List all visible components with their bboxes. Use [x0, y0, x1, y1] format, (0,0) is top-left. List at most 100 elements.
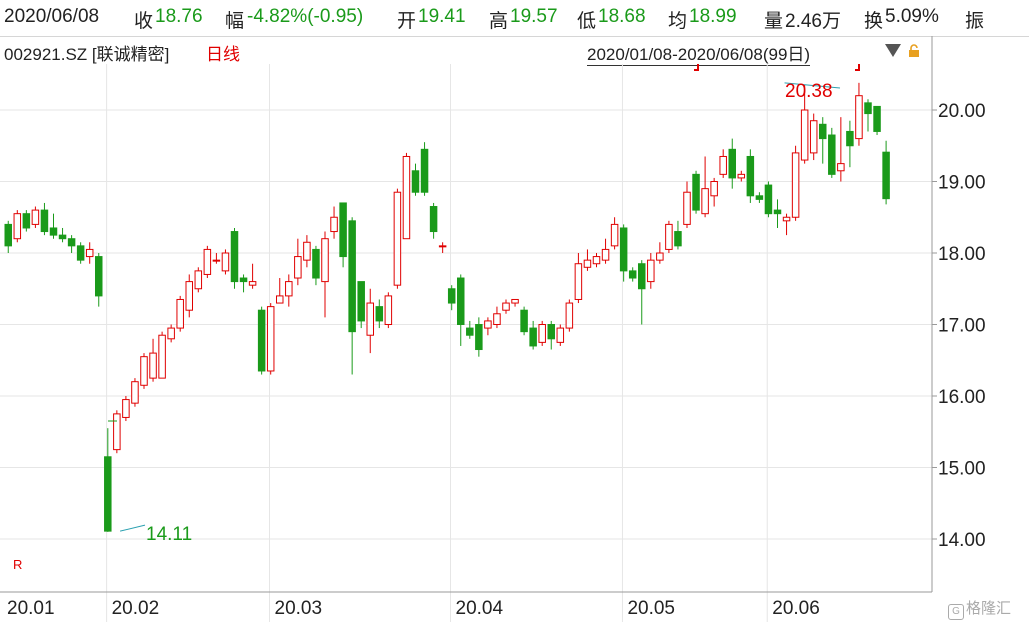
candle-body	[339, 202, 347, 258]
candle-body	[656, 252, 664, 261]
candle	[493, 306, 501, 329]
candle-body	[665, 223, 673, 250]
date-range[interactable]: 2020/01/08-2020/06/08(99日)	[587, 40, 811, 66]
candle	[31, 206, 40, 228]
candle	[719, 149, 727, 178]
candle	[58, 227, 67, 243]
candle	[22, 210, 31, 232]
event-marker-icon	[855, 64, 860, 71]
candle-body	[22, 213, 31, 229]
candle-body	[520, 309, 528, 333]
candle	[864, 99, 872, 132]
candle-body	[158, 334, 166, 379]
chart-axes	[0, 36, 933, 593]
candle-body	[683, 191, 691, 225]
candle	[303, 235, 311, 268]
grid-lines	[0, 64, 932, 622]
candle-body	[429, 206, 438, 233]
x-tick-label: 20.01	[7, 598, 55, 619]
x-tick-label: 20.05	[627, 598, 675, 619]
candle	[511, 298, 519, 307]
candle-body	[882, 151, 890, 200]
candle	[746, 149, 755, 203]
candle	[619, 224, 628, 282]
candle	[683, 181, 691, 228]
candle	[13, 210, 22, 243]
candle	[339, 202, 347, 268]
candle-body	[493, 313, 501, 325]
candle	[475, 317, 483, 357]
high-value: 19.57	[510, 6, 558, 27]
candle	[656, 242, 664, 264]
candle-body	[628, 270, 637, 279]
candle	[140, 353, 148, 389]
quote-header: 2020/06/08 收 18.76 幅 -4.82%(-0.95) 开 19.…	[0, 0, 1029, 37]
candle	[466, 320, 474, 339]
candle-body	[203, 248, 212, 275]
candle-body	[592, 256, 601, 265]
x-tick-label: 20.03	[275, 598, 323, 619]
y-tick-label: 15.00	[938, 459, 986, 480]
candle	[321, 231, 329, 318]
candle-body	[330, 216, 338, 233]
x-tick-label: 20.06	[772, 598, 820, 619]
candle-body	[610, 223, 619, 247]
candle-body	[393, 191, 402, 286]
candlestick-chart[interactable]: 20.3814.11R 20.01 20.02 20.03 20.04 20.05 20.…	[0, 0, 1029, 626]
y-tick-label: 16.00	[938, 387, 986, 408]
y-tick-label: 14.00	[938, 530, 986, 551]
candle-body	[194, 270, 203, 290]
candle-body	[809, 120, 818, 154]
candle	[447, 285, 456, 311]
candle	[393, 188, 402, 289]
candle-body	[782, 216, 791, 222]
candle-body	[873, 105, 881, 132]
lock-icon[interactable]	[907, 44, 921, 58]
candle	[357, 281, 365, 329]
candle-body	[511, 298, 519, 304]
candle	[167, 324, 175, 343]
candle	[76, 242, 85, 264]
dropdown-triangle-icon[interactable]	[885, 44, 901, 57]
candle-body	[221, 252, 230, 272]
candle-body	[167, 327, 175, 340]
candle-body	[85, 248, 94, 258]
candle-body	[466, 327, 474, 336]
candle-body	[475, 324, 483, 351]
period-label[interactable]: 日线	[206, 40, 240, 65]
high-annotation: 20.38	[785, 81, 833, 102]
candle	[837, 117, 845, 182]
low-label: 低	[577, 11, 597, 32]
candle	[122, 396, 130, 422]
candle-body	[746, 155, 755, 197]
candle	[185, 274, 193, 318]
candle	[131, 378, 139, 407]
candle-body	[420, 148, 429, 193]
candle	[457, 274, 465, 346]
candle-body	[828, 134, 836, 175]
candle-body	[230, 231, 239, 283]
candle	[665, 220, 673, 253]
quote-date: 2020/06/08	[4, 6, 100, 27]
candle	[149, 338, 157, 382]
candle	[882, 140, 890, 205]
candle-body	[773, 209, 782, 215]
candle	[764, 181, 773, 218]
open-value: 19.41	[418, 6, 466, 27]
candle-body	[800, 109, 809, 161]
watermark-logo-icon: G	[948, 604, 964, 620]
candle-body	[212, 259, 221, 262]
candle	[755, 192, 764, 203]
candle	[402, 152, 411, 240]
candle-body	[547, 324, 555, 340]
candle	[40, 202, 49, 236]
candle-body	[574, 263, 583, 300]
candle	[791, 145, 800, 221]
candle	[230, 227, 239, 289]
annotations: 20.38 14.11 R	[13, 64, 860, 572]
open-label: 开	[397, 11, 417, 32]
candle	[855, 82, 863, 146]
y-tick-label: 17.00	[938, 316, 986, 337]
candle	[67, 235, 76, 253]
candle	[221, 249, 230, 275]
